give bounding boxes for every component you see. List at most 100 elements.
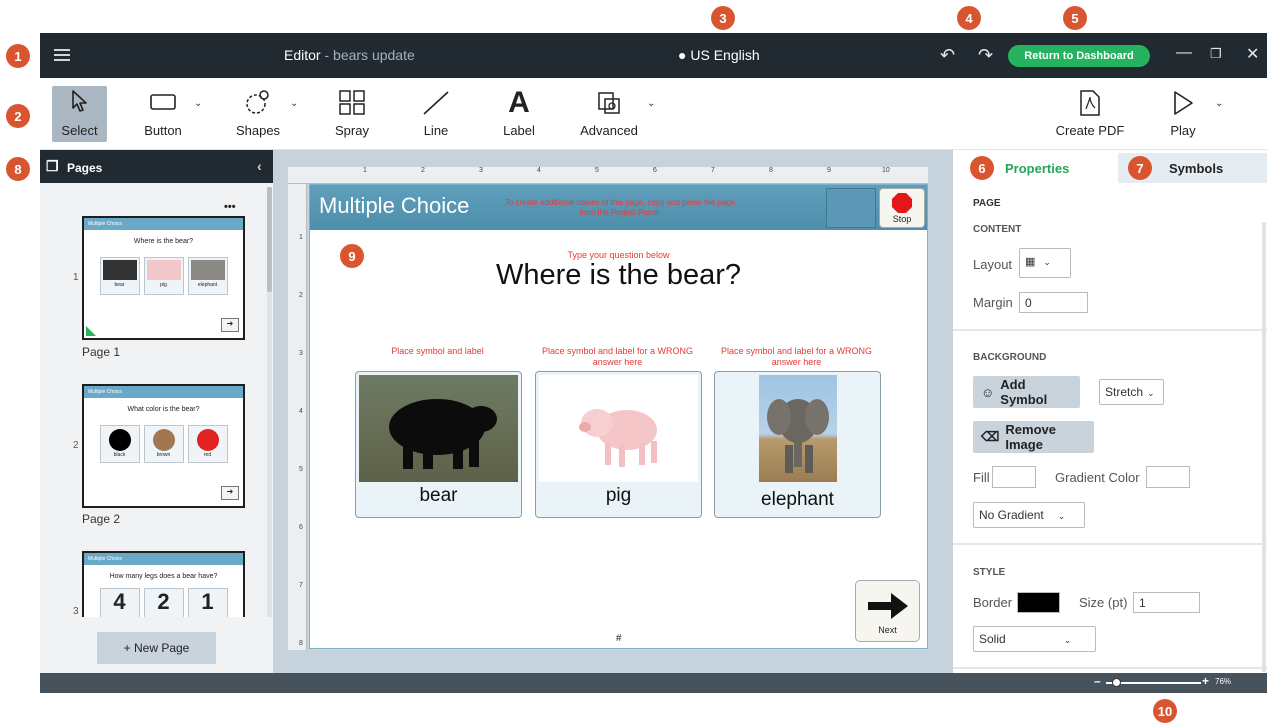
- page-thumbnail-1[interactable]: Multiple Choice Where is the bear? bear …: [82, 216, 245, 340]
- margin-input[interactable]: 0: [1019, 292, 1088, 313]
- thumbnail-cell: 2: [143, 588, 184, 617]
- chevron-down-icon: ⌄: [1147, 388, 1155, 398]
- question-text[interactable]: Where is the bear?: [310, 259, 927, 292]
- divider: [953, 329, 1267, 331]
- arrow-right-icon: [867, 593, 908, 619]
- project-name: bears update: [333, 47, 415, 63]
- play-button[interactable]: Play: [1165, 86, 1201, 142]
- restore-icon[interactable]: ❐: [1210, 46, 1222, 62]
- layout-icon: ▦: [1025, 256, 1036, 268]
- create-pdf-button[interactable]: Create PDF: [1053, 86, 1127, 142]
- pig-image: [539, 375, 698, 482]
- thumbnail-question: Where is the bear?: [133, 238, 194, 245]
- border-label: Border: [973, 595, 1013, 610]
- collapse-panel-icon[interactable]: ‹: [257, 158, 262, 174]
- label-tool[interactable]: A Label: [498, 86, 540, 142]
- pages-panel-title: Pages: [67, 161, 103, 175]
- page-thumbnail-2[interactable]: Multiple Choice What color is the bear? …: [82, 384, 245, 508]
- advanced-dropdown-icon[interactable]: ⌄: [647, 98, 655, 109]
- editor-label: Editor: [284, 47, 321, 63]
- card-label: pig: [605, 485, 632, 506]
- page-thumbnail-3[interactable]: Multiple Choice How many legs does a bea…: [82, 551, 245, 617]
- grid-icon: [339, 90, 365, 115]
- pages-scrollbar[interactable]: [267, 187, 272, 617]
- thumbnail-cell: 1: [187, 588, 228, 617]
- layout-select[interactable]: ▦ ⌄: [1019, 248, 1071, 278]
- add-symbol-button[interactable]: ☺ Add Symbol: [973, 376, 1080, 408]
- new-page-button[interactable]: + New Page: [97, 632, 216, 664]
- shapes-dropdown-icon[interactable]: ⌄: [290, 98, 298, 109]
- thumbnail-cell: 4: [99, 588, 140, 617]
- undo-icon[interactable]: ↶: [940, 45, 955, 66]
- elephant-image: [759, 375, 837, 482]
- thumbnail-next-icon: ➔: [221, 318, 239, 332]
- menu-icon[interactable]: [54, 46, 70, 64]
- tab-properties[interactable]: 6 Properties: [953, 153, 1118, 183]
- card-label: elephant: [761, 489, 834, 510]
- spray-tool-label: Spray: [335, 123, 369, 138]
- language-label: US English: [690, 47, 760, 63]
- pages-panel: ❐ Pages ‹ ••• 1 Multiple Choice Where is…: [40, 150, 273, 673]
- spray-tool[interactable]: Spray: [330, 86, 374, 142]
- canvas-page[interactable]: Multiple Choice To create additional cop…: [309, 184, 928, 649]
- zoom-slider-handle[interactable]: [1111, 678, 1121, 687]
- next-button[interactable]: Next: [855, 580, 920, 642]
- stop-sign-icon: [892, 193, 912, 213]
- thumbnail-question: How many legs does a bear have?: [109, 573, 218, 580]
- shapes-tool[interactable]: Shapes: [233, 86, 283, 142]
- vertical-ruler: 1 2 3 4 5 6 7 8: [288, 184, 307, 650]
- gradient-color-input[interactable]: [1146, 466, 1190, 488]
- play-dropdown-icon[interactable]: ⌄: [1215, 98, 1223, 109]
- page-banner[interactable]: Multiple Choice To create additional cop…: [310, 185, 927, 230]
- select-tool-label: Select: [61, 123, 98, 138]
- answer-card-pig[interactable]: pig: [535, 371, 702, 518]
- toolbar: Select Button ⌄ Shapes ⌄ Spray Line A La…: [40, 78, 1267, 150]
- stretch-select[interactable]: Stretch ⌄: [1099, 379, 1164, 405]
- thumbnail-cell: bear: [99, 257, 140, 295]
- thumbnail-banner: Multiple Choice: [84, 553, 243, 565]
- language-selector[interactable]: ● US English: [678, 47, 760, 63]
- layout-label: Layout: [973, 257, 1013, 272]
- status-bar: – + 76%: [40, 673, 1267, 693]
- editor-title: Editor - bears update: [284, 47, 415, 63]
- banner-title[interactable]: Multiple Choice: [319, 193, 469, 219]
- border-color-input[interactable]: [1017, 592, 1060, 613]
- border-size-input[interactable]: 1: [1133, 592, 1200, 613]
- advanced-tool[interactable]: Advanced: [575, 86, 643, 142]
- add-symbol-label: Add Symbol: [1000, 377, 1048, 407]
- pages-panel-header: ❐ Pages ‹: [40, 150, 273, 183]
- page-number: 1: [73, 272, 79, 283]
- section-style: STYLE: [973, 567, 1006, 578]
- button-dropdown-icon[interactable]: ⌄: [194, 98, 202, 109]
- select-tool[interactable]: Select: [52, 86, 107, 142]
- zoom-out-icon[interactable]: –: [1094, 674, 1101, 688]
- page-more-icon[interactable]: •••: [224, 201, 236, 213]
- answer-card-elephant[interactable]: elephant: [714, 371, 881, 518]
- properties-panel: 6 Properties 7 Symbols PAGE CONTENT Layo…: [953, 150, 1267, 673]
- border-style-select[interactable]: Solid ⌄: [973, 626, 1096, 652]
- zoom-in-icon[interactable]: +: [1202, 674, 1209, 688]
- tab-symbols-label: Symbols: [1169, 161, 1224, 176]
- callout-2: 2: [6, 104, 30, 128]
- stop-label: Stop: [892, 214, 912, 224]
- fill-color-input[interactable]: [992, 466, 1036, 488]
- close-icon[interactable]: ✕: [1246, 44, 1259, 64]
- line-icon: [423, 91, 449, 115]
- return-to-dashboard-button[interactable]: Return to Dashboard: [1008, 45, 1150, 67]
- line-tool[interactable]: Line: [418, 86, 454, 142]
- title-separator: -: [324, 47, 330, 63]
- thumbnail-cell: black: [99, 425, 140, 463]
- banner-empty-box[interactable]: [826, 188, 876, 228]
- section-content: CONTENT: [973, 224, 1022, 235]
- shapes-tool-label: Shapes: [235, 123, 281, 138]
- remove-image-button[interactable]: ⌫ Remove Image: [973, 421, 1094, 453]
- stop-button[interactable]: Stop: [879, 188, 925, 228]
- redo-icon[interactable]: ↷: [978, 45, 993, 66]
- button-tool[interactable]: Button: [140, 86, 186, 142]
- tab-symbols[interactable]: 7 Symbols: [1118, 153, 1267, 183]
- minimize-icon[interactable]: —: [1176, 44, 1192, 62]
- properties-scrollbar[interactable]: [1262, 222, 1266, 672]
- answer-card-bear[interactable]: bear: [355, 371, 522, 518]
- card-hint: Place symbol and label for a WRONG answe…: [720, 346, 873, 367]
- gradient-select[interactable]: No Gradient ⌄: [973, 502, 1085, 528]
